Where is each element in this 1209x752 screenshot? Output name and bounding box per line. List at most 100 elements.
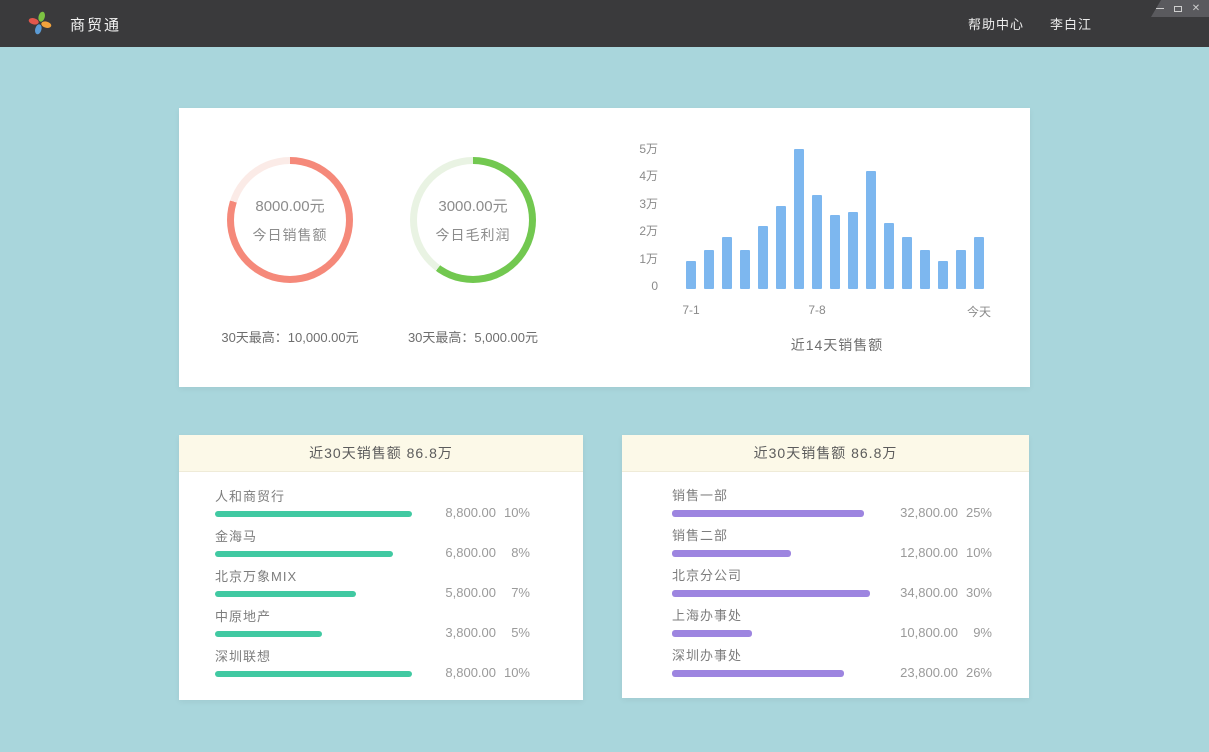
ranking-row: 深圳联想8,800.0010% (179, 648, 583, 677)
maximize-button[interactable] (1173, 3, 1183, 15)
today-profit-gauge: 3000.00元 今日毛利润 30天最高：5,000.00元 (383, 157, 563, 346)
y-axis: 01万2万3万4万5万 (622, 137, 658, 289)
today-sales-gauge: 8000.00元 今日销售额 30天最高：10,000.00元 (200, 157, 380, 346)
window-controls: ✕ (1151, 0, 1209, 17)
bar (686, 261, 696, 289)
ranking-row-left: 销售一部 (672, 485, 878, 517)
today-profit-donut: 3000.00元 今日毛利润 (410, 157, 536, 283)
ranking-label: 北京万象MIX (215, 566, 426, 585)
ranking-row-left: 北京分公司 (672, 565, 878, 597)
ranking-row-right: 8,800.0010% (426, 665, 530, 680)
pinwheel-logo-icon (28, 11, 52, 35)
ranking-row-right: 23,800.0026% (878, 665, 992, 680)
ranking-row-right: 34,800.0030% (878, 585, 992, 600)
ranking-percent: 30% (958, 585, 992, 600)
ranking-row-left: 金海马 (215, 526, 426, 557)
donut-center: 3000.00元 今日毛利润 (417, 164, 529, 276)
ranking-bar (672, 670, 844, 677)
y-axis-tick: 5万 (622, 141, 658, 157)
ranking-bar (672, 630, 752, 637)
bar (830, 215, 840, 289)
ranking-label: 深圳联想 (215, 646, 426, 665)
ranking-label: 北京分公司 (672, 565, 878, 584)
ranking-row: 深圳办事处23,800.0026% (622, 648, 1029, 677)
titlebar-nav: 帮助中心 李白江 (968, 0, 1092, 47)
ranking-row-right: 6,800.008% (426, 545, 530, 560)
ranking-bar (672, 510, 864, 517)
overview-card: 8000.00元 今日销售额 30天最高：10,000.00元 3000.00元… (179, 108, 1030, 387)
close-button[interactable]: ✕ (1191, 3, 1201, 15)
help-center-link[interactable]: 帮助中心 (968, 14, 1024, 33)
bar (938, 261, 948, 289)
ranking-percent: 10% (958, 545, 992, 560)
ranking-value: 10,800.00 (878, 625, 958, 640)
sales-bar-chart: 0 1万 2万 3万 4万 5万 7-1 7-8 今天 近14天销售额 (622, 137, 1022, 377)
app-window: 商贸通 帮助中心 李白江 ✕ 8000.00元 今日销售额 30天最高：10,0… (0, 0, 1209, 752)
x-axis-label: 7-1 (682, 303, 699, 317)
ranking-row-left: 销售二部 (672, 525, 878, 557)
ranking-percent: 8% (496, 545, 530, 560)
ranking-row-left: 上海办事处 (672, 605, 878, 637)
ranking-row: 北京分公司34,800.0030% (622, 568, 1029, 597)
department-ranking-rows: 销售一部32,800.0025%销售二部12,800.0010%北京分公司34,… (622, 472, 1029, 677)
ranking-label: 销售二部 (672, 525, 878, 544)
y-axis-tick: 4万 (622, 168, 658, 184)
y-axis-tick: 2万 (622, 223, 658, 239)
ranking-percent: 5% (496, 625, 530, 640)
ranking-bar (672, 590, 870, 597)
ranking-percent: 10% (496, 665, 530, 680)
ranking-bar (672, 550, 791, 557)
y-axis-tick: 1万 (622, 251, 658, 267)
bar (920, 250, 930, 289)
user-name-menu[interactable]: 李白江 (1050, 14, 1092, 33)
ranking-value: 8,800.00 (426, 665, 496, 680)
customer-ranking-title: 近30天销售额 86.8万 (179, 435, 583, 472)
bar (704, 250, 714, 289)
ranking-label: 深圳办事处 (672, 645, 878, 664)
bar (956, 250, 966, 289)
ranking-value: 12,800.00 (878, 545, 958, 560)
x-axis-label: 7-8 (808, 303, 825, 317)
ranking-bar (215, 671, 412, 677)
ranking-row-left: 深圳办事处 (672, 645, 878, 677)
department-ranking-title: 近30天销售额 86.8万 (622, 435, 1029, 472)
ranking-bar (215, 591, 356, 597)
ranking-label: 销售一部 (672, 485, 878, 504)
y-axis-tick: 0 (622, 278, 658, 294)
ranking-row-left: 中原地产 (215, 606, 426, 637)
bar (866, 171, 876, 289)
bar (794, 149, 804, 289)
minimize-icon (1156, 8, 1164, 9)
ranking-percent: 26% (958, 665, 992, 680)
ranking-row-right: 8,800.0010% (426, 505, 530, 520)
ranking-row: 上海办事处10,800.009% (622, 608, 1029, 637)
bar (884, 223, 894, 289)
bar (902, 237, 912, 289)
y-axis-tick: 3万 (622, 196, 658, 212)
bar (776, 206, 786, 289)
x-axis: 7-1 7-8 今天 (622, 303, 1022, 319)
ranking-percent: 7% (496, 585, 530, 600)
ranking-bar (215, 511, 412, 517)
ranking-row: 销售二部12,800.0010% (622, 528, 1029, 557)
ranking-row: 金海马6,800.008% (179, 528, 583, 557)
ranking-row-right: 12,800.0010% (878, 545, 992, 560)
donut-center: 8000.00元 今日销售额 (234, 164, 346, 276)
bar (812, 195, 822, 289)
department-ranking-card: 近30天销售额 86.8万 销售一部32,800.0025%销售二部12,800… (622, 435, 1029, 698)
ranking-row: 中原地产3,800.005% (179, 608, 583, 637)
ranking-value: 5,800.00 (426, 585, 496, 600)
ranking-label: 人和商贸行 (215, 486, 426, 505)
x-axis-label: 今天 (967, 303, 991, 320)
minimize-button[interactable] (1155, 3, 1165, 15)
bar (722, 237, 732, 289)
today-profit-30d-max: 30天最高：5,000.00元 (383, 327, 563, 346)
today-sales-donut: 8000.00元 今日销售额 (227, 157, 353, 283)
ranking-row-left: 人和商贸行 (215, 486, 426, 517)
ranking-label: 上海办事处 (672, 605, 878, 624)
bar-chart-title: 近14天销售额 (686, 335, 988, 355)
ranking-value: 8,800.00 (426, 505, 496, 520)
ranking-value: 34,800.00 (878, 585, 958, 600)
ranking-value: 23,800.00 (878, 665, 958, 680)
today-sales-30d-max: 30天最高：10,000.00元 (200, 327, 380, 346)
